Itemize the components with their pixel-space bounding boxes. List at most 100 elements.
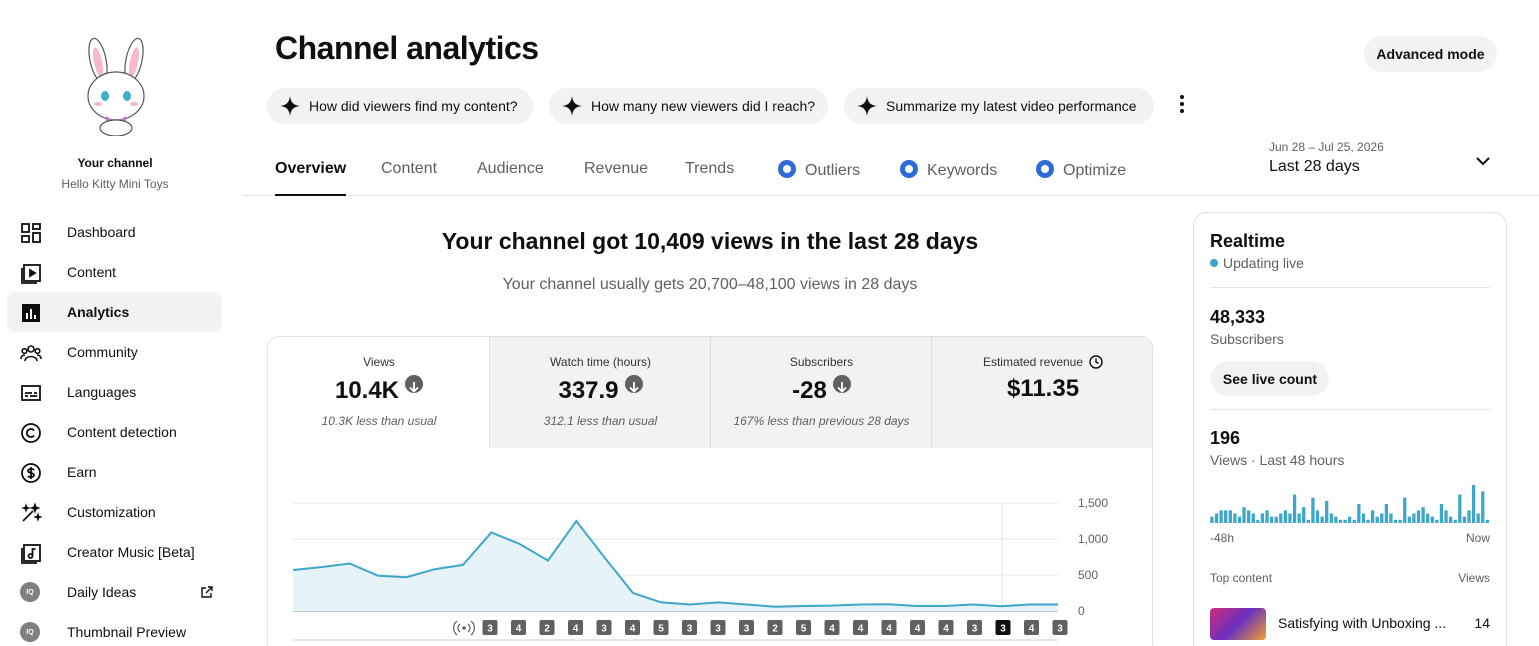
suggestion-chip-new-viewers[interactable]: How many new viewers did I reach?	[549, 88, 828, 124]
chevron-down-icon[interactable]	[1472, 150, 1494, 172]
iq-icon: IQ	[20, 582, 40, 602]
advanced-mode-button[interactable]: Advanced mode	[1364, 36, 1497, 72]
tab-label: Overview	[275, 160, 347, 177]
suggestion-chip-summarize[interactable]: Summarize my latest video performance	[844, 88, 1154, 124]
upload-marker-label: 4	[915, 624, 921, 635]
sidebar-item-customization[interactable]: Customization	[7, 492, 222, 532]
tab-trends[interactable]: Trends	[685, 160, 734, 196]
data-point	[858, 603, 862, 607]
data-point	[1028, 603, 1032, 607]
realtime-bar	[1398, 519, 1402, 523]
divider	[1210, 409, 1490, 410]
realtime-bar	[1233, 513, 1237, 523]
divider	[1210, 287, 1490, 288]
more-vert-icon[interactable]	[1170, 92, 1194, 116]
sidebar-item-earn[interactable]: Earn	[7, 452, 222, 492]
tab-audience[interactable]: Audience	[477, 160, 544, 196]
video-thumbnail[interactable]	[1210, 608, 1266, 640]
upload-marker-label: 3	[687, 624, 693, 635]
date-range-picker[interactable]: Jun 28 – Jul 25, 2026 Last 28 days	[1269, 140, 1384, 176]
tab-outliers[interactable]: Outliers	[778, 160, 860, 196]
upload-marker-label: 3	[744, 624, 750, 635]
realtime-bar	[1242, 507, 1246, 523]
realtime-bar	[1348, 516, 1352, 523]
sparkle-icon	[857, 96, 877, 116]
suggestion-chip-find-content[interactable]: How did viewers find my content?	[267, 88, 533, 124]
sidebar-item-community[interactable]: Community	[7, 332, 222, 372]
data-point	[291, 568, 295, 572]
realtime-title: Realtime	[1210, 231, 1286, 251]
see-live-count-button[interactable]: See live count	[1211, 361, 1329, 396]
tab-label: Keywords	[927, 162, 998, 179]
analytics-icon	[22, 304, 40, 322]
sidebar-item-label: Daily Ideas	[67, 584, 137, 600]
sidebar-item-dashboard[interactable]: Dashboard	[7, 212, 222, 252]
realtime-bar	[1329, 513, 1333, 523]
top-content-title[interactable]: Satisfying with Unboxing ...	[1278, 615, 1448, 631]
subtitles-icon	[21, 385, 41, 401]
sidebar-item-analytics[interactable]: Analytics	[7, 292, 222, 332]
realtime-bar	[1279, 513, 1283, 523]
realtime-bar	[1476, 513, 1480, 523]
sidebar-item-languages[interactable]: Languages	[7, 372, 222, 412]
realtime-bar	[1210, 516, 1214, 523]
data-point	[688, 603, 692, 607]
sparkle-icon	[562, 96, 582, 116]
channel-title: Your channel	[77, 156, 153, 170]
dashboard-icon	[21, 223, 41, 243]
realtime-bar	[1458, 494, 1462, 523]
realtime-bar	[1247, 510, 1251, 523]
realtime-bar	[1471, 485, 1476, 523]
data-point	[574, 519, 578, 523]
tab-content[interactable]: Content	[381, 160, 437, 196]
data-point	[631, 591, 635, 595]
sidebar-item-content[interactable]: Content	[7, 252, 222, 292]
realtime-bar	[1393, 519, 1398, 523]
views-chart[interactable]: 1,500 1,000 500 0 3 4 2 4 3 4 5 3 3 3 2 5 4 4 4 4 4 3 3 4 3	[268, 337, 1153, 646]
realtime-views-label: Views · Last 48 hours	[1210, 452, 1345, 468]
realtime-bar	[1311, 497, 1315, 523]
realtime-bar	[1421, 507, 1425, 523]
copyright-icon	[21, 423, 41, 443]
realtime-bar	[1426, 513, 1430, 523]
sidebar-item-thumbnail-preview[interactable]: IQ Thumbnail Preview	[7, 612, 222, 646]
realtime-bar	[1412, 513, 1416, 523]
dollar-icon	[21, 463, 41, 483]
realtime-bar	[1288, 513, 1292, 523]
upload-marker-label: 5	[801, 624, 807, 635]
channel-avatar[interactable]	[78, 36, 154, 136]
realtime-bar	[1274, 516, 1278, 523]
sidebar-item-label: Dashboard	[67, 224, 136, 240]
realtime-bar	[1389, 513, 1393, 523]
summary-subheadline: Your channel usually gets 20,700–48,100 …	[502, 276, 918, 293]
realtime-bar	[1214, 513, 1219, 523]
sidebar-item-label: Content detection	[67, 424, 177, 440]
date-range-label: Last 28 days	[1269, 158, 1360, 175]
data-point	[461, 563, 465, 567]
realtime-views: 196	[1210, 428, 1241, 448]
data-point	[716, 600, 720, 604]
sidebar-item-label: Thumbnail Preview	[67, 624, 187, 640]
sidebar-nav: Dashboard Content Analytics Community La…	[7, 212, 222, 646]
tab-revenue[interactable]: Revenue	[584, 160, 648, 196]
realtime-bar-chart[interactable]	[1210, 483, 1490, 523]
tab-label: Optimize	[1063, 162, 1127, 179]
sidebar-item-content-detection[interactable]: Content detection	[7, 412, 222, 452]
realtime-bar	[1224, 510, 1228, 523]
realtime-bar	[1384, 504, 1389, 523]
realtime-bar	[1485, 519, 1489, 523]
realtime-bar	[1366, 519, 1370, 523]
realtime-bar	[1315, 510, 1320, 523]
tab-optimize[interactable]: Optimize	[1036, 160, 1126, 196]
realtime-subscribers: 48,333	[1210, 307, 1266, 327]
sidebar-item-daily-ideas[interactable]: IQ Daily Ideas	[7, 572, 222, 612]
tab-overview[interactable]: Overview	[275, 160, 347, 196]
tab-keywords[interactable]: Keywords	[900, 160, 997, 196]
realtime-bar	[1357, 504, 1361, 523]
realtime-bar	[1448, 516, 1453, 523]
sidebar-item-creator-music[interactable]: Creator Music [Beta]	[7, 532, 222, 572]
analytics-page: Your channel Hello Kitty Mini Toys Dashb…	[0, 0, 1539, 646]
data-point	[659, 600, 663, 604]
data-point	[914, 604, 918, 608]
community-icon	[20, 345, 42, 362]
